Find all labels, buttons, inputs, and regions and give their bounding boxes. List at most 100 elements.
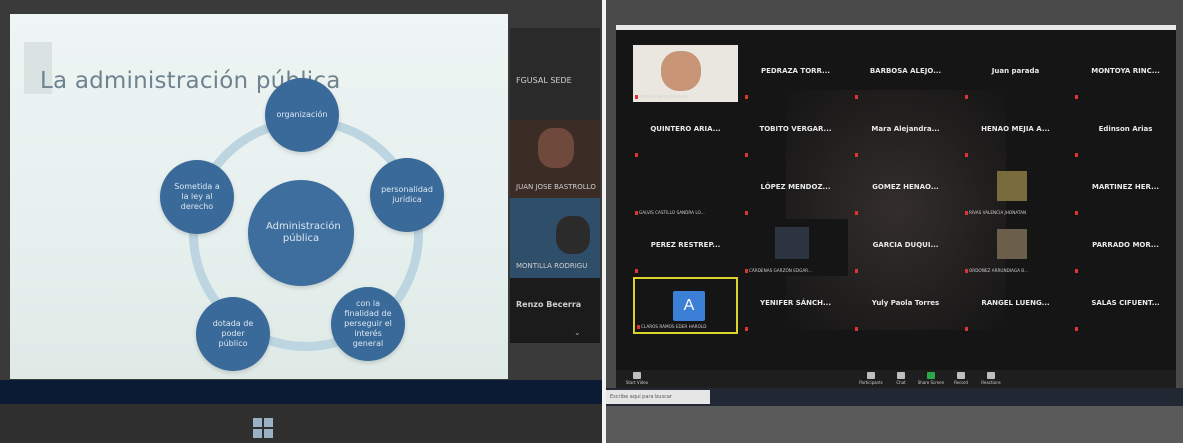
mic-muted-icon (745, 269, 748, 273)
participant-tile[interactable]: JUAN JOSE BASTROLLO (510, 120, 600, 198)
toolbar-chat-button[interactable]: Chat (886, 372, 916, 385)
mic-muted-icon (635, 95, 638, 99)
participant-tile[interactable]: PARRADO MOR... (1073, 219, 1178, 276)
mic-muted-icon (635, 153, 638, 157)
toolbar-label: Participants (859, 380, 883, 385)
participant-name: GOMEZ HENAO... (872, 183, 939, 191)
participant-video (661, 51, 701, 91)
participant-name: GARCIA DUQUI... (872, 241, 939, 249)
toolbar-label: Reactions (981, 380, 1001, 385)
participant-name: JUAN JOSE BASTROLLO (516, 183, 596, 191)
node-label: organización (276, 110, 328, 119)
mic-muted-icon (965, 95, 968, 99)
mic-muted-icon (965, 211, 968, 215)
toolbar-video-button[interactable]: Start Video (622, 372, 652, 385)
center-node-label: Administración pública (266, 221, 341, 244)
participant-tile[interactable]: BARBOSA ALEJO... (853, 45, 958, 102)
participant-tile[interactable]: Mara Alejandra... (853, 103, 958, 160)
taskbar (0, 380, 602, 404)
participant-name: BARBOSA ALEJO... (869, 67, 942, 75)
mic-muted-icon (1075, 153, 1078, 157)
participant-tile[interactable]: QUINTERO ARIA... (633, 103, 738, 160)
participant-tile[interactable]: MONTOYA RINC... (1073, 45, 1178, 102)
mic-muted-icon (855, 211, 858, 215)
node-personalidad-juridica: personalidad jurídica (370, 158, 444, 232)
participant-tile[interactable]: MARTINEZ HER... (1073, 161, 1178, 218)
participant-tile[interactable]: MONTILLA RODRIGU (510, 198, 600, 278)
right-photo: Antonio García Jiménez PEDRAZA TORR... BAR… (606, 0, 1183, 443)
participant-tile[interactable]: GARCIA DUQUI... (853, 219, 958, 276)
participant-tile[interactable]: FGUSAL SEDE (510, 28, 600, 120)
participant-tile[interactable]: ORDOÑEZ ARRUNDIAGA B... (963, 219, 1068, 276)
participant-name: FGUSAL SEDE (516, 76, 572, 85)
zoom-gallery-view: Antonio García Jiménez PEDRAZA TORR... BAR… (616, 30, 1176, 375)
participant-tile[interactable]: Juan parada (963, 45, 1068, 102)
participant-name: Juan parada (991, 67, 1040, 75)
participant-tile[interactable]: SALAS CIFUENT... (1073, 277, 1178, 334)
mic-muted-icon (1075, 269, 1078, 273)
toolbar-participants-button[interactable]: Participants (856, 372, 886, 385)
participant-avatar: A (673, 291, 705, 321)
windows-logo-icon (253, 418, 273, 438)
participant-tile[interactable]: GALVIS CASTILLO SANDRA LO... (633, 161, 738, 218)
mic-muted-icon (635, 269, 638, 273)
mic-muted-icon (855, 95, 858, 99)
mic-muted-icon (855, 153, 858, 157)
participant-name: Renzo Becerra (516, 300, 582, 309)
mic-muted-icon (855, 269, 858, 273)
toolbar-record-button[interactable]: Record (946, 372, 976, 385)
participant-profile-image (997, 171, 1027, 201)
record-icon (957, 372, 965, 379)
left-photo: La administración pública Administración… (0, 0, 602, 443)
mic-muted-icon (965, 327, 968, 331)
participant-name: Mara Alejandra... (871, 125, 940, 133)
mic-muted-icon (1075, 327, 1078, 331)
mic-muted-icon (855, 327, 858, 331)
monitor-bezel (0, 404, 602, 443)
participant-tile[interactable]: PEREZ RESTREP... (633, 219, 738, 276)
participant-profile-image (997, 229, 1027, 259)
participant-tile[interactable]: RANGEL LUENG... (963, 277, 1068, 334)
chat-icon (897, 372, 905, 379)
participant-name: MONTILLA RODRIGU (516, 262, 588, 270)
participant-tile[interactable]: RIVAS VALENCIA JHONATAN (963, 161, 1068, 218)
participant-label: CLAROS RAMOS EDER HAROLD (641, 324, 707, 329)
reactions-icon (987, 372, 995, 379)
participant-tile[interactable]: Yuly Paola Torres (853, 277, 958, 334)
node-label: con la finalidad de perseguir el interés… (344, 299, 392, 348)
participant-name: MONTOYA RINC... (1091, 67, 1160, 75)
node-label: Sometida a la ley al derecho (174, 182, 220, 211)
participant-tile[interactable]: PEDRAZA TORR... (743, 45, 848, 102)
node-sometida-ley: Sometida a la ley al derecho (160, 160, 234, 234)
share-icon (927, 372, 935, 379)
participant-tile[interactable]: A CLAROS RAMOS EDER HAROLD (633, 277, 738, 334)
mic-muted-icon (745, 95, 748, 99)
participant-name: HENAO MEJIA A... (981, 125, 1050, 133)
participant-tile[interactable]: GOMEZ HENAO... (853, 161, 958, 218)
presentation-slide: La administración pública Administración… (10, 14, 508, 379)
chevron-down-icon[interactable]: ⌄ (574, 328, 581, 337)
toolbar-label: Share Screen (917, 380, 945, 385)
laptop-base (606, 406, 1183, 443)
participant-tile[interactable]: Renzo Becerra ⌄ (510, 278, 600, 343)
participant-name: PEREZ RESTREP... (650, 241, 721, 249)
toolbar-share-button[interactable]: Share Screen (916, 372, 946, 385)
participant-tile[interactable]: TOBITO VERGAR... (743, 103, 848, 160)
participant-tile[interactable]: CÁRDENAS GARZÓN EDGAR... (743, 219, 848, 276)
participant-tile[interactable]: Edinson Arias (1073, 103, 1178, 160)
participant-label: RIVAS VALENCIA JHONATAN (969, 210, 1027, 215)
participant-name: TOBITO VERGAR... (759, 125, 832, 133)
search-input[interactable]: Escribe aquí para buscar (606, 390, 710, 404)
participant-name: YENIFER SÁNCH... (760, 299, 831, 307)
participant-label: ORDOÑEZ ARRUNDIAGA B... (969, 268, 1029, 273)
toolbar-reactions-button[interactable]: Reactions (976, 372, 1006, 385)
participant-tile[interactable]: HENAO MEJIA A... (963, 103, 1068, 160)
mic-muted-icon (1075, 95, 1078, 99)
toolbar-label: Chat (896, 380, 906, 385)
node-poder-publico: dotada de poder público (196, 297, 270, 371)
node-label: dotada de poder público (212, 319, 254, 348)
participant-tile[interactable]: LÓPEZ MENDOZ... (743, 161, 848, 218)
participant-tile[interactable]: Antonio García Jiménez (633, 45, 738, 102)
participant-tile[interactable]: YENIFER SÁNCH... (743, 277, 848, 334)
mic-muted-icon (745, 211, 748, 215)
